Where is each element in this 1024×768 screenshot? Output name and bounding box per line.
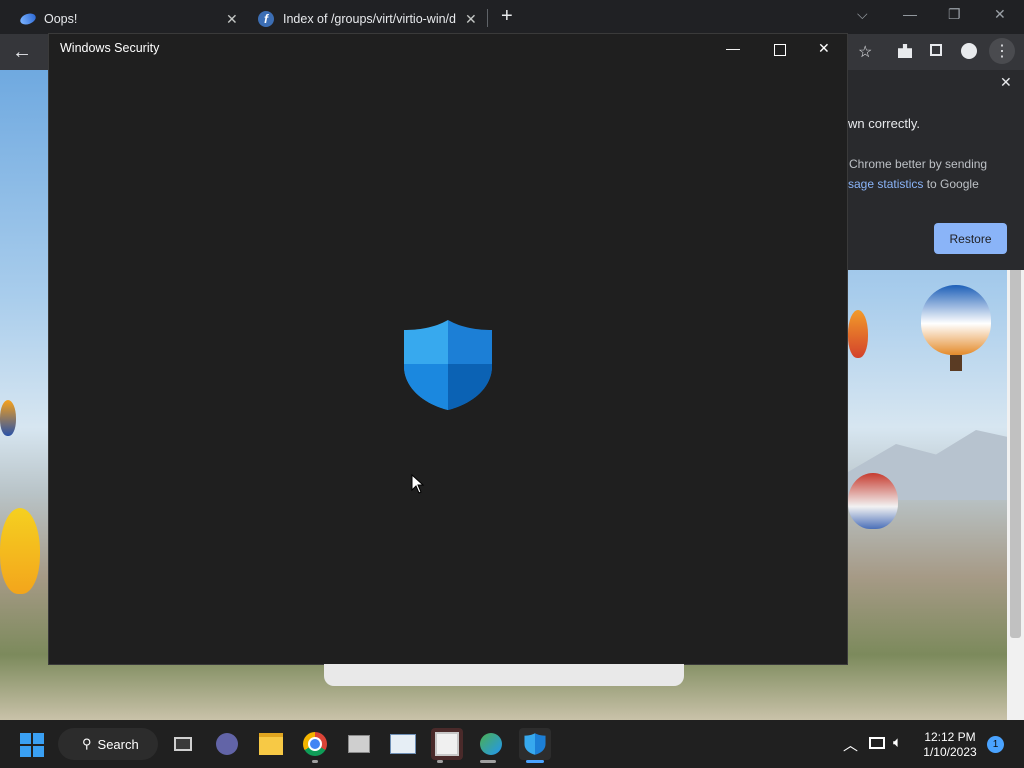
- clock-time: 12:12 PM: [924, 730, 976, 744]
- tab-divider: [487, 9, 488, 27]
- tab-search-chevron-icon[interactable]: ⌵: [857, 6, 868, 23]
- maximize-icon[interactable]: [774, 44, 786, 56]
- shield-icon: [524, 733, 546, 755]
- back-arrow-icon[interactable]: ←: [12, 41, 32, 64]
- package-installer-icon[interactable]: [343, 728, 375, 760]
- taskbar-search[interactable]: ⚲ Search: [58, 728, 158, 760]
- shield-lower-left: [404, 364, 448, 410]
- mouse-cursor-icon: [411, 474, 425, 494]
- performance-monitor-icon[interactable]: [387, 728, 419, 760]
- search-icon: ⚲: [82, 736, 92, 751]
- globe-running-indicator: [480, 760, 496, 763]
- popup-text-line2: sage statistics to Google: [848, 174, 979, 194]
- balloon-right-small: [848, 310, 868, 358]
- popup-text-suffix: to Google: [923, 177, 979, 191]
- fedora-favicon-icon: f: [258, 11, 274, 27]
- chrome-icon[interactable]: [299, 728, 331, 760]
- tab-title: Oops!: [44, 12, 78, 26]
- windows-security-shield-icon: [404, 320, 492, 410]
- installer-running-indicator: [437, 760, 443, 763]
- security-active-indicator: [526, 760, 544, 763]
- close-icon[interactable]: ✕: [226, 11, 238, 28]
- window-title: Windows Security: [60, 41, 160, 55]
- tab-favicon-icon: [18, 11, 38, 27]
- new-tab-button[interactable]: +: [501, 5, 513, 28]
- bookmark-star-icon[interactable]: ☆: [858, 42, 872, 62]
- start-windows-icon[interactable]: [20, 733, 44, 757]
- minimize-icon[interactable]: —: [726, 40, 740, 56]
- balloon-left-small: [0, 400, 16, 436]
- close-icon[interactable]: ✕: [818, 40, 830, 57]
- side-panel-icon[interactable]: [930, 44, 942, 56]
- browser-close-icon[interactable]: ✕: [994, 6, 1006, 23]
- taskbar-clock[interactable]: 12:12 PM 1/10/2023: [910, 730, 990, 760]
- show-hidden-icons-chevron-icon[interactable]: ︿: [843, 734, 858, 755]
- chrome-menu-kebab-icon[interactable]: ⋮: [989, 38, 1015, 64]
- restore-button[interactable]: Restore: [934, 223, 1007, 254]
- popup-text-line1: Chrome better by sending: [849, 157, 988, 171]
- close-icon[interactable]: ✕: [465, 11, 477, 28]
- browser-minimize-icon[interactable]: —: [903, 6, 917, 22]
- network-globe-icon[interactable]: [475, 728, 507, 760]
- shield-lower-right: [448, 364, 492, 410]
- popup-close-icon[interactable]: ✕: [1000, 74, 1012, 91]
- search-label: Search: [97, 736, 139, 752]
- balloon-right-large: [921, 285, 991, 355]
- volume-icon[interactable]: 🔈︎: [893, 734, 902, 751]
- clock-date: 1/10/2023: [923, 745, 977, 759]
- task-view-icon[interactable]: [167, 728, 199, 760]
- browser-restore-icon[interactable]: ❐: [948, 6, 961, 23]
- network-icon[interactable]: [869, 737, 885, 749]
- teams-chat-icon[interactable]: [211, 728, 243, 760]
- virtio-installer-icon[interactable]: [431, 728, 463, 760]
- window-bottom-edge: [324, 664, 684, 686]
- balloon-left-large: [0, 508, 40, 594]
- usage-statistics-link[interactable]: sage statistics: [848, 177, 923, 191]
- chrome-running-indicator: [312, 760, 318, 763]
- popup-heading: wn correctly.: [848, 116, 920, 131]
- windows-security-taskbar-icon[interactable]: [519, 728, 551, 760]
- notification-count-badge[interactable]: 1: [987, 736, 1004, 753]
- tab-oops[interactable]: Oops! ✕: [0, 4, 248, 34]
- tab-title: Index of /groups/virt/virtio-win/d: [283, 12, 456, 26]
- balloon-right-mid: [848, 473, 898, 529]
- profile-avatar-icon[interactable]: [961, 43, 977, 59]
- balloon-basket: [950, 355, 962, 371]
- tab-index-virtio[interactable]: f Index of /groups/virt/virtio-win/d ✕: [248, 4, 488, 34]
- file-explorer-icon[interactable]: [255, 728, 287, 760]
